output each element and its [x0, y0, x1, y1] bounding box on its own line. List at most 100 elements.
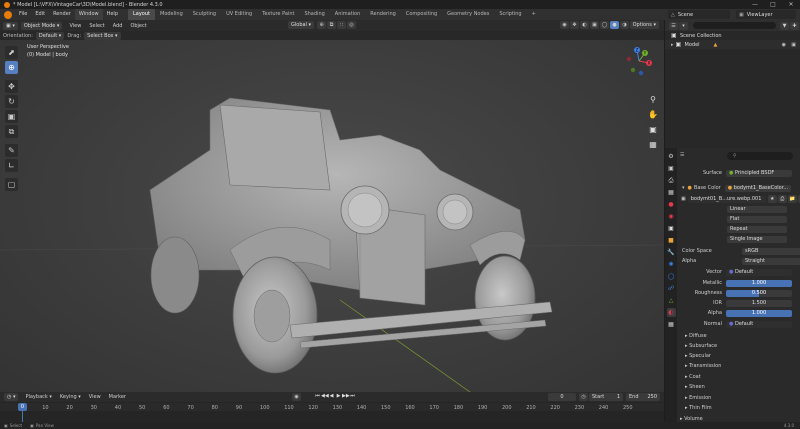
- select-tool-icon[interactable]: ⬈: [5, 46, 18, 59]
- rotate-tool-icon[interactable]: ↻: [5, 95, 18, 108]
- minimize-button[interactable]: —: [746, 0, 764, 9]
- scene-tab-icon[interactable]: ●: [667, 200, 676, 209]
- gizmo-neg-y[interactable]: [630, 67, 636, 73]
- options-button[interactable]: Options ▾: [629, 21, 659, 29]
- source-dropdown[interactable]: Single Image: [727, 236, 787, 243]
- collapse-arrow-icon[interactable]: ▾: [682, 185, 685, 191]
- menu-playback[interactable]: Playback ▾: [21, 394, 55, 400]
- tab-uv-editing[interactable]: UV Editing: [221, 9, 257, 20]
- editor-type-dropdown[interactable]: ▣ ▾: [3, 21, 18, 30]
- grid-view-icon[interactable]: ▦: [647, 139, 659, 151]
- visibility-eye-icon[interactable]: ◉: [782, 42, 786, 48]
- menu-keying[interactable]: Keying ▾: [56, 394, 85, 400]
- tool-tab-icon[interactable]: ⚙: [667, 152, 676, 161]
- solid-shading-icon[interactable]: ●: [610, 21, 619, 29]
- tab-layout[interactable]: Layout: [128, 9, 155, 20]
- constraints-tab-icon[interactable]: ☍: [667, 284, 676, 293]
- drag-dropdown[interactable]: Select Box ▾: [84, 31, 121, 40]
- projection-dropdown[interactable]: Flat: [727, 216, 787, 223]
- menu-edit[interactable]: Edit: [31, 9, 49, 20]
- outliner-display-icon[interactable]: ▾: [679, 21, 688, 30]
- navigation-gizmo[interactable]: X Y Z: [624, 44, 654, 78]
- texture-tab-icon[interactable]: ▦: [667, 320, 676, 329]
- 3d-viewport[interactable]: User Perspective (0) Model | body ⬈ ⊕ ✥ …: [0, 40, 664, 392]
- material-shading-icon[interactable]: ◑: [620, 21, 629, 29]
- menu-marker[interactable]: Marker: [105, 394, 130, 400]
- tab-animation[interactable]: Animation: [330, 9, 366, 20]
- modifier-tab-icon[interactable]: 🔧: [667, 248, 676, 257]
- interpolation-dropdown[interactable]: Linear: [727, 206, 787, 213]
- alpha-slider[interactable]: 1.000: [726, 309, 792, 317]
- outliner-editor-icon[interactable]: ☰: [669, 21, 678, 30]
- tab-compositing[interactable]: Compositing: [401, 9, 442, 20]
- view-layer-tab-icon[interactable]: ▦: [667, 188, 676, 197]
- base-color-node-dropdown[interactable]: ● bodymt1_BaseColor...: [724, 184, 791, 192]
- cursor-tool-icon[interactable]: ⊕: [5, 61, 18, 74]
- menu-select[interactable]: Select: [85, 23, 108, 29]
- expand-arrow-icon[interactable]: ▸: [671, 42, 674, 48]
- render-camera-icon[interactable]: ▣: [791, 42, 796, 48]
- overlay-icon[interactable]: ◐: [580, 21, 589, 29]
- outliner-row-model[interactable]: ▸ ▣ Model ▲ ◉ ▣: [665, 40, 800, 49]
- tab-shading[interactable]: Shading: [299, 9, 329, 20]
- tab-rendering[interactable]: Rendering: [365, 9, 401, 20]
- menu-add[interactable]: Add: [109, 23, 127, 29]
- close-button[interactable]: ✕: [782, 0, 800, 9]
- menu-file[interactable]: File: [15, 9, 31, 20]
- roughness-slider[interactable]: 0.500: [726, 289, 792, 297]
- visibility-icon[interactable]: ◉: [560, 21, 569, 29]
- duplicate-image-icon[interactable]: ⎙: [777, 195, 787, 203]
- tab-geometry-nodes[interactable]: Geometry Nodes: [442, 9, 494, 20]
- zoom-icon[interactable]: ⚲: [647, 94, 659, 106]
- prev-keyframe-icon[interactable]: ◀◀: [321, 393, 329, 399]
- section-transmission[interactable]: ▸ Transmission: [685, 363, 721, 369]
- menu-window[interactable]: Window: [74, 9, 103, 20]
- output-tab-icon[interactable]: ⎙: [667, 176, 676, 185]
- orientation-dropdown[interactable]: Default ▾: [35, 31, 65, 40]
- vector-dropdown[interactable]: ● Default: [726, 268, 792, 276]
- auto-keying-icon[interactable]: ◉: [292, 393, 301, 401]
- jump-start-icon[interactable]: ⏮: [314, 393, 321, 399]
- physics-tab-icon[interactable]: ◯: [667, 272, 676, 281]
- object-tab-icon[interactable]: ■: [667, 236, 676, 245]
- mode-dropdown[interactable]: Object Mode ▾: [20, 21, 63, 30]
- timeline-editor-icon[interactable]: ◷ ▾: [4, 393, 19, 401]
- section-subsurface[interactable]: ▸ Subsurface: [685, 343, 717, 349]
- snap-icon[interactable]: ⧉: [327, 21, 337, 29]
- section-emission[interactable]: ▸ Emission: [685, 395, 711, 401]
- alpha-mode-dropdown[interactable]: Straight: [742, 257, 800, 265]
- menu-render[interactable]: Render: [49, 9, 75, 20]
- menu-timeline-view[interactable]: View: [85, 394, 105, 400]
- render-tab-icon[interactable]: ▣: [667, 164, 676, 173]
- scene-selector[interactable]: △ Scene: [668, 10, 730, 19]
- section-diffuse[interactable]: ▸ Diffuse: [685, 333, 707, 339]
- view-layer-selector[interactable]: ▣ ViewLayer: [736, 10, 796, 19]
- wireframe-shading-icon[interactable]: ◯: [600, 21, 609, 29]
- xray-icon[interactable]: ▣: [590, 21, 599, 29]
- menu-help[interactable]: Help: [103, 9, 122, 20]
- ior-field[interactable]: 1.500: [726, 299, 792, 307]
- add-workspace-button[interactable]: +: [527, 9, 541, 20]
- properties-editor-icon[interactable]: ☰: [680, 152, 684, 158]
- tab-scripting[interactable]: Scripting: [494, 9, 526, 20]
- data-tab-icon[interactable]: △: [667, 296, 676, 305]
- section-coat[interactable]: ▸ Coat: [685, 374, 701, 380]
- outliner-search-input[interactable]: [693, 22, 776, 29]
- menu-object[interactable]: Object: [126, 23, 150, 29]
- outliner-row-scene-collection[interactable]: ▣ Scene Collection: [665, 31, 800, 40]
- maximize-button[interactable]: □: [764, 0, 782, 9]
- proportional-edit-icon[interactable]: ◎: [347, 21, 357, 29]
- particles-tab-icon[interactable]: ✺: [667, 260, 676, 269]
- section-specular[interactable]: ▸ Specular: [685, 353, 711, 359]
- preview-range-icon[interactable]: ◷: [579, 393, 588, 401]
- scale-tool-icon[interactable]: ▣: [5, 110, 18, 123]
- surface-shader-dropdown[interactable]: ● Principled BSDF: [726, 169, 792, 177]
- menu-view[interactable]: View: [65, 23, 85, 29]
- snap-target-icon[interactable]: ∷: [337, 21, 347, 29]
- image-name-field[interactable]: bodymt01_B...ure.webp.001: [687, 195, 766, 203]
- pan-hand-icon[interactable]: ✋: [647, 109, 659, 121]
- timeline-track[interactable]: 10 20 30 40 50 60 70 80 90 100 110 120 130 140 150 160 1…: [0, 402, 664, 422]
- properties-search-input[interactable]: ⚲: [727, 152, 793, 160]
- section-thin-film[interactable]: ▸ Thin Film: [685, 405, 712, 411]
- camera-view-icon[interactable]: ▣: [647, 124, 659, 136]
